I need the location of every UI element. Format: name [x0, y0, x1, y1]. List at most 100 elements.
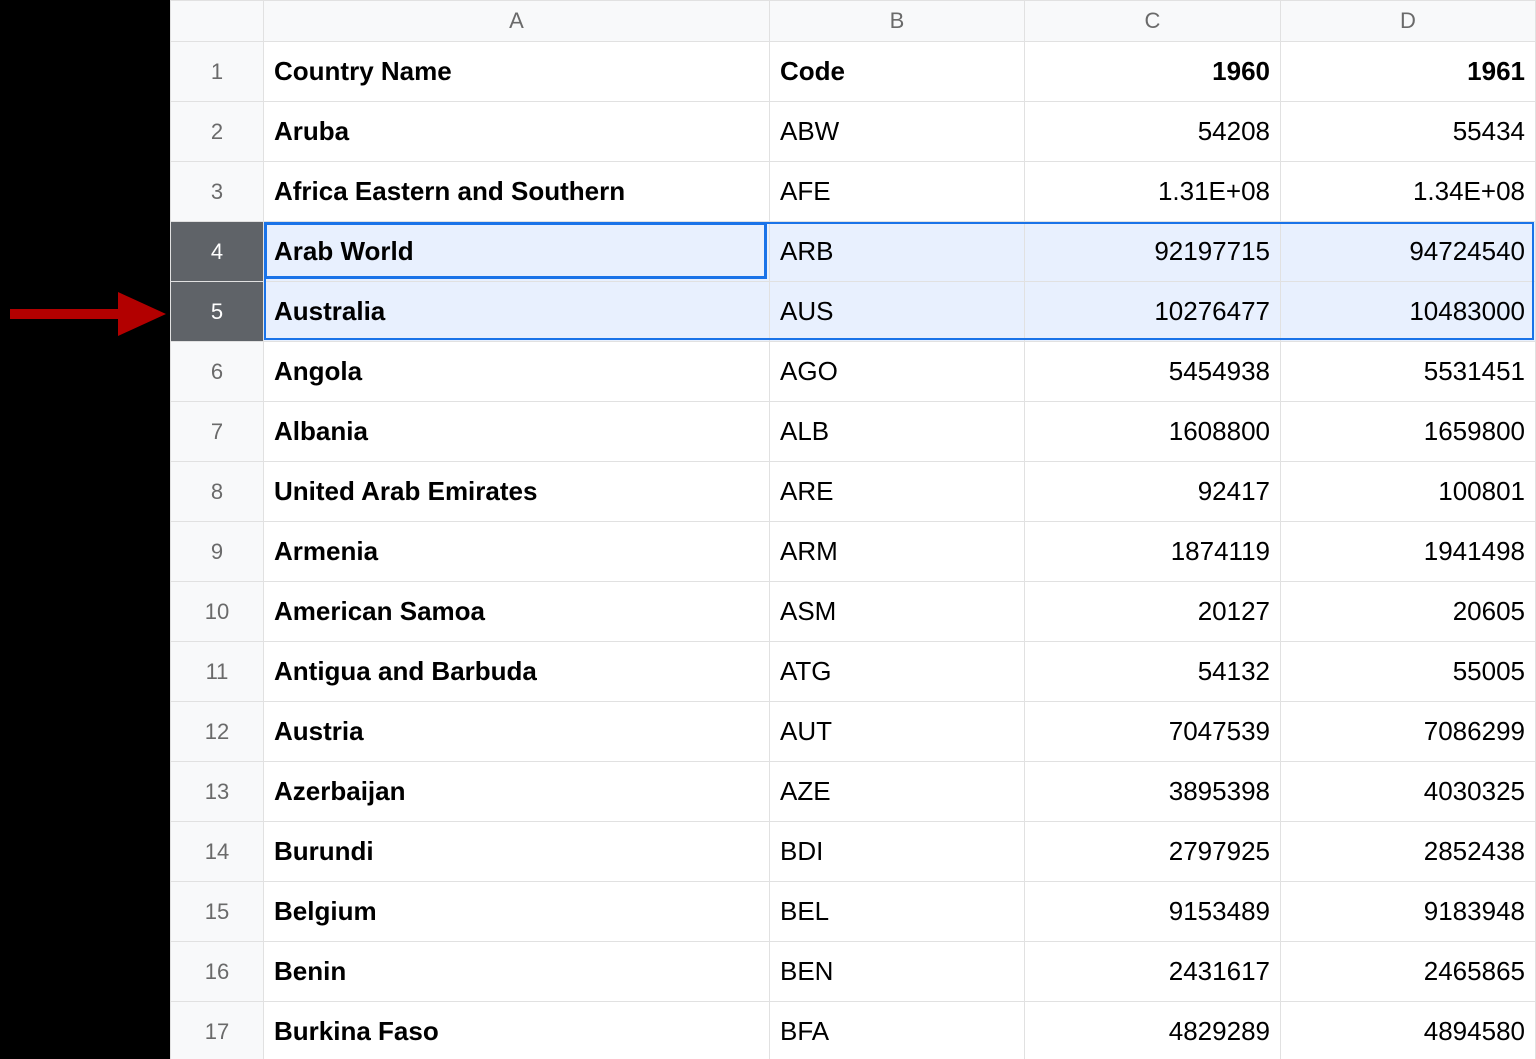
cell-A7[interactable]: Albania	[264, 402, 770, 462]
cell-C12[interactable]: 7047539	[1025, 702, 1281, 762]
cell-A13[interactable]: Azerbaijan	[264, 762, 770, 822]
row-header-15[interactable]: 15	[170, 882, 264, 942]
cell-C9[interactable]: 1874119	[1025, 522, 1281, 582]
cell-C3[interactable]: 1.31E+08	[1025, 162, 1281, 222]
row-header-12[interactable]: 12	[170, 702, 264, 762]
cell-A11[interactable]: Antigua and Barbuda	[264, 642, 770, 702]
cell-D12[interactable]: 7086299	[1281, 702, 1536, 762]
cell-C17[interactable]: 4829289	[1025, 1002, 1281, 1059]
cell-B14[interactable]: BDI	[770, 822, 1025, 882]
cell-C5[interactable]: 10276477	[1025, 282, 1281, 342]
cell-B11[interactable]: ATG	[770, 642, 1025, 702]
cell-B9[interactable]: ARM	[770, 522, 1025, 582]
cell-D6[interactable]: 5531451	[1281, 342, 1536, 402]
cell-D15[interactable]: 9183948	[1281, 882, 1536, 942]
cell-C7[interactable]: 1608800	[1025, 402, 1281, 462]
cell-C11[interactable]: 54132	[1025, 642, 1281, 702]
row-12: 12 Austria AUT 7047539 7086299	[170, 702, 1536, 762]
cell-A15[interactable]: Belgium	[264, 882, 770, 942]
cell-D7[interactable]: 1659800	[1281, 402, 1536, 462]
cell-D1[interactable]: 1961	[1281, 42, 1536, 102]
cell-B13[interactable]: AZE	[770, 762, 1025, 822]
row-header-2[interactable]: 2	[170, 102, 264, 162]
cell-B10[interactable]: ASM	[770, 582, 1025, 642]
cell-D8[interactable]: 100801	[1281, 462, 1536, 522]
cell-B16[interactable]: BEN	[770, 942, 1025, 1002]
cell-B4[interactable]: ARB	[770, 222, 1025, 282]
row-header-7[interactable]: 7	[170, 402, 264, 462]
cell-D10[interactable]: 20605	[1281, 582, 1536, 642]
row-11: 11 Antigua and Barbuda ATG 54132 55005	[170, 642, 1536, 702]
cell-B1[interactable]: Code	[770, 42, 1025, 102]
cell-C8[interactable]: 92417	[1025, 462, 1281, 522]
cell-B15[interactable]: BEL	[770, 882, 1025, 942]
row-header-11[interactable]: 11	[170, 642, 264, 702]
row-header-16[interactable]: 16	[170, 942, 264, 1002]
column-header-C[interactable]: C	[1025, 0, 1281, 42]
row-header-3[interactable]: 3	[170, 162, 264, 222]
row-header-6[interactable]: 6	[170, 342, 264, 402]
cell-C6[interactable]: 5454938	[1025, 342, 1281, 402]
cell-D17[interactable]: 4894580	[1281, 1002, 1536, 1059]
row-14: 14 Burundi BDI 2797925 2852438	[170, 822, 1536, 882]
cell-C2[interactable]: 54208	[1025, 102, 1281, 162]
cell-D14[interactable]: 2852438	[1281, 822, 1536, 882]
cell-A6[interactable]: Angola	[264, 342, 770, 402]
cell-C15[interactable]: 9153489	[1025, 882, 1281, 942]
cell-A9[interactable]: Armenia	[264, 522, 770, 582]
cell-C10[interactable]: 20127	[1025, 582, 1281, 642]
cell-A5[interactable]: Australia	[264, 282, 770, 342]
row-header-5[interactable]: 5	[170, 282, 264, 342]
cell-D2[interactable]: 55434	[1281, 102, 1536, 162]
cell-C16[interactable]: 2431617	[1025, 942, 1281, 1002]
row-header-9[interactable]: 9	[170, 522, 264, 582]
cell-A2[interactable]: Aruba	[264, 102, 770, 162]
cell-B8[interactable]: ARE	[770, 462, 1025, 522]
row-2: 2 Aruba ABW 54208 55434	[170, 102, 1536, 162]
cell-C1[interactable]: 1960	[1025, 42, 1281, 102]
row-header-13[interactable]: 13	[170, 762, 264, 822]
cell-D11[interactable]: 55005	[1281, 642, 1536, 702]
cell-A1[interactable]: Country Name	[264, 42, 770, 102]
select-all-corner[interactable]	[170, 0, 264, 42]
row-header-10[interactable]: 10	[170, 582, 264, 642]
row-15: 15 Belgium BEL 9153489 9183948	[170, 882, 1536, 942]
cell-B6[interactable]: AGO	[770, 342, 1025, 402]
cell-A10[interactable]: American Samoa	[264, 582, 770, 642]
column-header-B[interactable]: B	[770, 0, 1025, 42]
cell-D9[interactable]: 1941498	[1281, 522, 1536, 582]
cell-B17[interactable]: BFA	[770, 1002, 1025, 1059]
cell-C14[interactable]: 2797925	[1025, 822, 1281, 882]
cell-A14[interactable]: Burundi	[264, 822, 770, 882]
cell-D16[interactable]: 2465865	[1281, 942, 1536, 1002]
cell-A17[interactable]: Burkina Faso	[264, 1002, 770, 1059]
column-header-D[interactable]: D	[1281, 0, 1536, 42]
cell-A3[interactable]: Africa Eastern and Southern	[264, 162, 770, 222]
cell-D4[interactable]: 94724540	[1281, 222, 1536, 282]
cell-B7[interactable]: ALB	[770, 402, 1025, 462]
cell-B3[interactable]: AFE	[770, 162, 1025, 222]
row-10: 10 American Samoa ASM 20127 20605	[170, 582, 1536, 642]
row-header-8[interactable]: 8	[170, 462, 264, 522]
row-header-4[interactable]: 4	[170, 222, 264, 282]
red-arrow-annotation	[0, 278, 170, 350]
cell-C13[interactable]: 3895398	[1025, 762, 1281, 822]
column-header-A[interactable]: A	[264, 0, 770, 42]
cell-A16[interactable]: Benin	[264, 942, 770, 1002]
row-header-14[interactable]: 14	[170, 822, 264, 882]
cell-D3[interactable]: 1.34E+08	[1281, 162, 1536, 222]
cell-A8[interactable]: United Arab Emirates	[264, 462, 770, 522]
cell-B5[interactable]: AUS	[770, 282, 1025, 342]
row-header-17[interactable]: 17	[170, 1002, 264, 1059]
cell-A4[interactable]: Arab World	[264, 222, 770, 282]
row-header-1[interactable]: 1	[170, 42, 264, 102]
cell-A12[interactable]: Austria	[264, 702, 770, 762]
cell-B12[interactable]: AUT	[770, 702, 1025, 762]
row-1: 1 Country Name Code 1960 1961	[170, 42, 1536, 102]
cell-B2[interactable]: ABW	[770, 102, 1025, 162]
cell-D13[interactable]: 4030325	[1281, 762, 1536, 822]
cell-D5[interactable]: 10483000	[1281, 282, 1536, 342]
cell-C4[interactable]: 92197715	[1025, 222, 1281, 282]
spreadsheet-grid[interactable]: A B C D 1 Country Name Code 1960 1961 2 …	[170, 0, 1536, 1059]
row-4: 4 Arab World ARB 92197715 94724540	[170, 222, 1536, 282]
